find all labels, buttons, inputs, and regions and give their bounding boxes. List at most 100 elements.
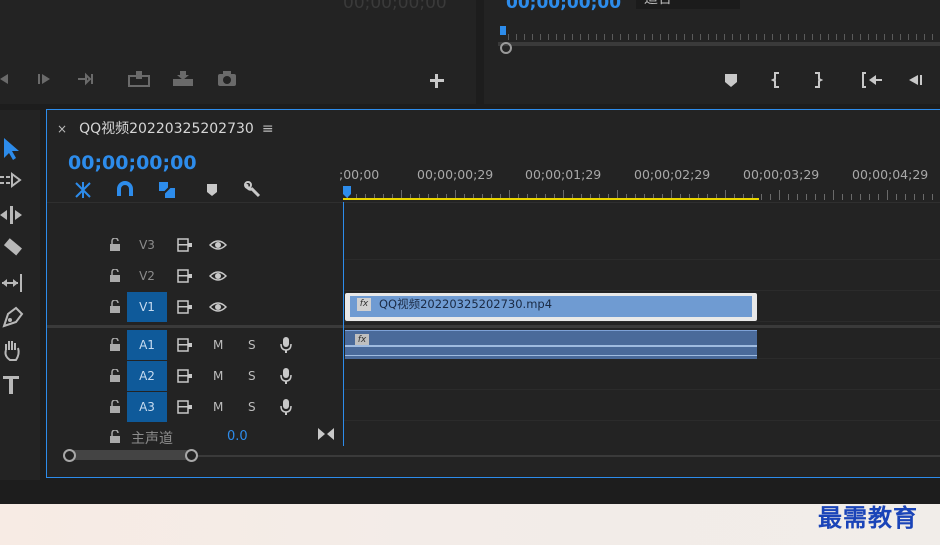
track-name-targeted[interactable]: V1 bbox=[127, 292, 167, 322]
program-mini-ruler[interactable] bbox=[498, 26, 940, 46]
snap-magnet-icon[interactable] bbox=[115, 180, 135, 200]
add-marker-timeline-icon[interactable] bbox=[202, 180, 222, 200]
go-to-out-icon[interactable] bbox=[74, 68, 96, 90]
track-header-v2: V2 bbox=[61, 261, 343, 291]
sequence-timecode[interactable]: 00;00;00;00 bbox=[68, 152, 197, 174]
source-monitor-panel: 00;00;00;00 bbox=[0, 0, 476, 104]
fit-dropdown-value: 适合 bbox=[644, 0, 672, 7]
lock-icon[interactable] bbox=[109, 238, 121, 252]
type-tool-icon[interactable] bbox=[0, 372, 26, 398]
ruler-label: 00;00;04;29 bbox=[852, 167, 929, 182]
playhead-line[interactable] bbox=[343, 202, 344, 446]
nest-icon[interactable] bbox=[73, 180, 93, 200]
go-to-end-icon[interactable] bbox=[317, 426, 335, 442]
slip-tool-icon[interactable] bbox=[0, 270, 26, 296]
mark-in-icon[interactable] bbox=[766, 69, 788, 91]
sync-lock-icon[interactable] bbox=[177, 269, 193, 283]
hand-tool-icon[interactable] bbox=[0, 338, 26, 364]
lock-icon[interactable] bbox=[109, 400, 121, 414]
track-lane-v3[interactable] bbox=[343, 230, 940, 260]
sync-lock-icon[interactable] bbox=[177, 369, 193, 383]
ruler-label: 00;00;01;29 bbox=[525, 167, 602, 182]
master-volume-value[interactable]: 0.0 bbox=[227, 429, 248, 444]
step-back-program-icon[interactable] bbox=[904, 69, 926, 91]
track-lane-v2[interactable] bbox=[343, 261, 940, 291]
solo-button[interactable]: S bbox=[248, 392, 256, 422]
scroll-handle-right[interactable] bbox=[185, 449, 198, 462]
eye-icon[interactable] bbox=[209, 300, 227, 314]
timeline-horizontal-scrollbar[interactable] bbox=[61, 447, 940, 465]
overwrite-icon[interactable] bbox=[171, 68, 193, 90]
solo-button[interactable]: S bbox=[248, 361, 256, 391]
source-timecode[interactable]: 00;00;00;00 bbox=[343, 0, 447, 13]
microphone-icon[interactable] bbox=[279, 367, 293, 385]
add-marker-icon[interactable] bbox=[720, 69, 742, 91]
track-header-a3: A3 M S bbox=[61, 392, 343, 422]
scroll-thumb[interactable] bbox=[67, 450, 195, 460]
track-lane-a2[interactable] bbox=[343, 360, 940, 390]
lock-icon[interactable] bbox=[109, 269, 121, 283]
track-headers: V3 V2 V1 A1 M S A2 M S A3 M S bbox=[61, 230, 343, 446]
track-header-v1: V1 bbox=[61, 292, 343, 322]
master-track-label: 主声道 bbox=[131, 431, 173, 447]
video-clip[interactable]: fx QQ视频20220325202730.mp4 bbox=[345, 293, 757, 321]
microphone-icon[interactable] bbox=[279, 398, 293, 416]
ruler-label: 00;00;00;29 bbox=[417, 167, 494, 182]
track-name-targeted[interactable]: A3 bbox=[127, 392, 167, 422]
linked-selection-icon[interactable] bbox=[157, 180, 177, 200]
ripple-edit-tool-icon[interactable] bbox=[0, 202, 26, 228]
time-ruler[interactable]: ;00;00 00;00;00;29 00;00;01;29 00;00;02;… bbox=[339, 162, 940, 202]
program-timecode[interactable]: 00;00;00;00 bbox=[506, 0, 621, 13]
scroll-handle-left[interactable] bbox=[63, 449, 76, 462]
watermark-logo: 最需教育 bbox=[818, 503, 918, 532]
tools-panel bbox=[0, 110, 40, 480]
lock-icon[interactable] bbox=[109, 338, 121, 352]
background-strip bbox=[0, 504, 940, 545]
lock-icon[interactable] bbox=[109, 300, 121, 314]
video-clip-name: QQ视频20220325202730.mp4 bbox=[379, 297, 553, 311]
track-select-tool-icon[interactable] bbox=[0, 168, 26, 194]
lock-icon[interactable] bbox=[109, 430, 121, 444]
selection-tool-icon[interactable] bbox=[0, 136, 26, 162]
timeline-panel: × QQ视频20220325202730 ≡ 00;00;00;00 ;00;00 … bbox=[46, 109, 940, 478]
export-frame-icon[interactable] bbox=[216, 68, 238, 90]
mute-button[interactable]: M bbox=[213, 330, 223, 360]
audio-clip[interactable]: fx bbox=[345, 330, 757, 359]
eye-icon[interactable] bbox=[209, 238, 227, 252]
go-to-in-icon[interactable] bbox=[860, 69, 882, 91]
sync-lock-icon[interactable] bbox=[177, 238, 193, 252]
track-name[interactable]: V2 bbox=[127, 261, 167, 291]
panel-menu-icon[interactable]: ≡ bbox=[262, 121, 274, 137]
sync-lock-icon[interactable] bbox=[177, 300, 193, 314]
track-name-targeted[interactable]: A2 bbox=[127, 361, 167, 391]
razor-tool-icon[interactable] bbox=[0, 236, 26, 262]
sequence-tab[interactable]: × QQ视频20220325202730 ≡ bbox=[57, 118, 274, 138]
track-lane-a3[interactable] bbox=[343, 391, 940, 421]
track-name[interactable]: V3 bbox=[127, 230, 167, 260]
timeline-settings-wrench-icon[interactable] bbox=[243, 180, 263, 200]
fit-dropdown[interactable]: 适合 bbox=[636, 0, 740, 9]
mute-button[interactable]: M bbox=[213, 392, 223, 422]
mark-out-icon[interactable] bbox=[806, 69, 828, 91]
step-forward-icon[interactable] bbox=[34, 68, 56, 90]
solo-button[interactable]: S bbox=[248, 330, 256, 360]
close-tab-icon[interactable]: × bbox=[57, 122, 67, 136]
playhead-handle bbox=[343, 186, 351, 198]
sync-lock-icon[interactable] bbox=[177, 400, 193, 414]
program-scroll-handle[interactable] bbox=[500, 42, 512, 54]
step-back-icon[interactable] bbox=[0, 68, 16, 90]
pen-tool-icon[interactable] bbox=[0, 304, 26, 330]
audio-waveform bbox=[345, 345, 757, 347]
lock-icon[interactable] bbox=[109, 369, 121, 383]
eye-icon[interactable] bbox=[209, 269, 227, 283]
add-button-icon[interactable] bbox=[426, 70, 448, 92]
track-name-targeted[interactable]: A1 bbox=[127, 330, 167, 360]
microphone-icon[interactable] bbox=[279, 336, 293, 354]
sync-lock-icon[interactable] bbox=[177, 338, 193, 352]
insert-icon[interactable] bbox=[127, 68, 150, 90]
mute-button[interactable]: M bbox=[213, 361, 223, 391]
work-area-bar[interactable] bbox=[343, 198, 759, 200]
ruler-label: ;00;00 bbox=[339, 167, 380, 182]
track-header-v3: V3 bbox=[61, 230, 343, 260]
fx-badge[interactable]: fx bbox=[357, 298, 371, 311]
